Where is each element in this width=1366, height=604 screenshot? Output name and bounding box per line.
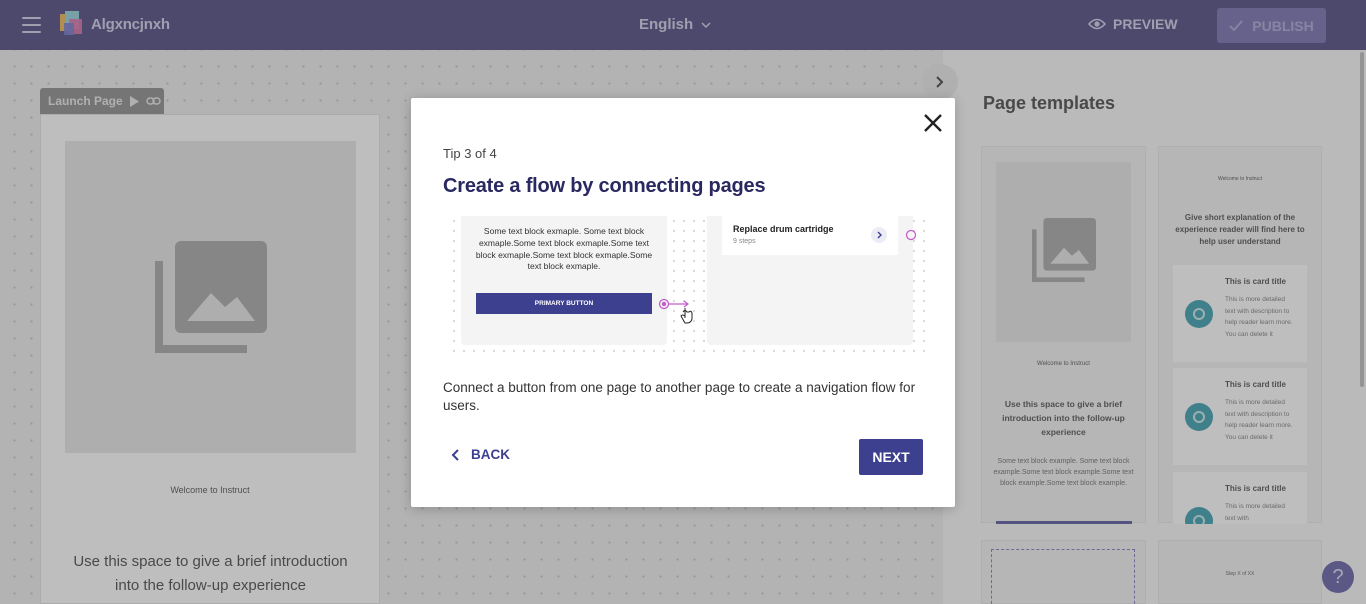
back-label: BACK [471,447,510,462]
dialog-title: Create a flow by connecting pages [443,175,766,197]
tip-counter: Tip 3 of 4 [443,146,497,161]
next-button[interactable]: NEXT [859,439,923,475]
tip-dialog: Tip 3 of 4 Create a flow by connecting p… [411,98,955,507]
dialog-description: Connect a button from one page to anothe… [443,380,916,413]
back-button[interactable]: BACK [451,447,510,462]
close-icon[interactable] [921,111,945,135]
connector-illustration [658,229,917,324]
flow-illustration: Some text block exmaple. Some text block… [449,216,927,352]
chevron-left-icon [451,448,459,461]
